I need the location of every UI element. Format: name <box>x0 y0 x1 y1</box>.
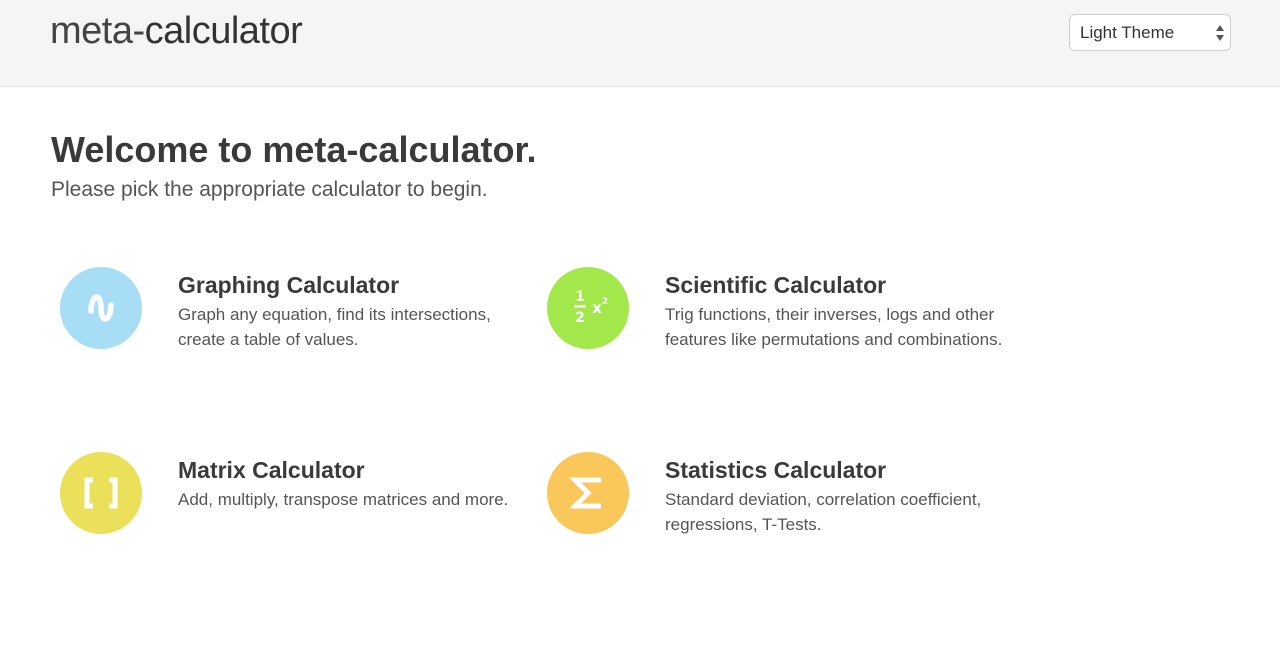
statistics-calculator-card[interactable]: Statistics Calculator Standard deviation… <box>538 452 998 582</box>
page-title: Welcome to meta-calculator. <box>51 129 537 170</box>
card-description: Add, multiply, transpose matrices and mo… <box>178 490 509 509</box>
sigma-icon <box>547 452 629 534</box>
matrix-calculator-card[interactable]: Matrix Calculator Add, multiply, transpo… <box>51 452 511 582</box>
logo[interactable]: meta-calculator <box>50 8 303 54</box>
card-title[interactable]: Statistics Calculator <box>665 455 886 485</box>
header-bar: meta-calculator Light Theme <box>0 0 1280 87</box>
graphing-calculator-card[interactable]: Graphing Calculator Graph any equation, … <box>51 267 511 397</box>
wave-icon <box>60 267 142 349</box>
theme-select[interactable]: Light Theme <box>1069 14 1231 51</box>
card-description: Standard deviation, correlation coeffici… <box>665 490 982 534</box>
svg-text:2: 2 <box>602 297 608 307</box>
card-title[interactable]: Matrix Calculator <box>178 455 365 485</box>
svg-text:2: 2 <box>575 310 585 326</box>
select-arrows-icon <box>1216 25 1224 41</box>
card-title[interactable]: Scientific Calculator <box>665 270 886 300</box>
svg-text:1: 1 <box>575 289 585 305</box>
fraction-power-icon: 1 2 x 2 <box>547 267 629 349</box>
page-subtitle: Please pick the appropriate calculator t… <box>51 178 488 201</box>
logo-light-text: meta- <box>50 10 145 52</box>
brackets-icon <box>60 452 142 534</box>
card-description: Graph any equation, find its intersectio… <box>178 305 491 349</box>
scientific-calculator-card[interactable]: 1 2 x 2 Scientific Calculator Trig funct… <box>538 267 1002 397</box>
card-title[interactable]: Graphing Calculator <box>178 270 399 300</box>
svg-text:x: x <box>592 299 602 317</box>
theme-select-value: Light Theme <box>1080 23 1175 42</box>
logo-bold-text: calculator <box>144 10 303 52</box>
card-description: Trig functions, their inverses, logs and… <box>665 305 1003 349</box>
